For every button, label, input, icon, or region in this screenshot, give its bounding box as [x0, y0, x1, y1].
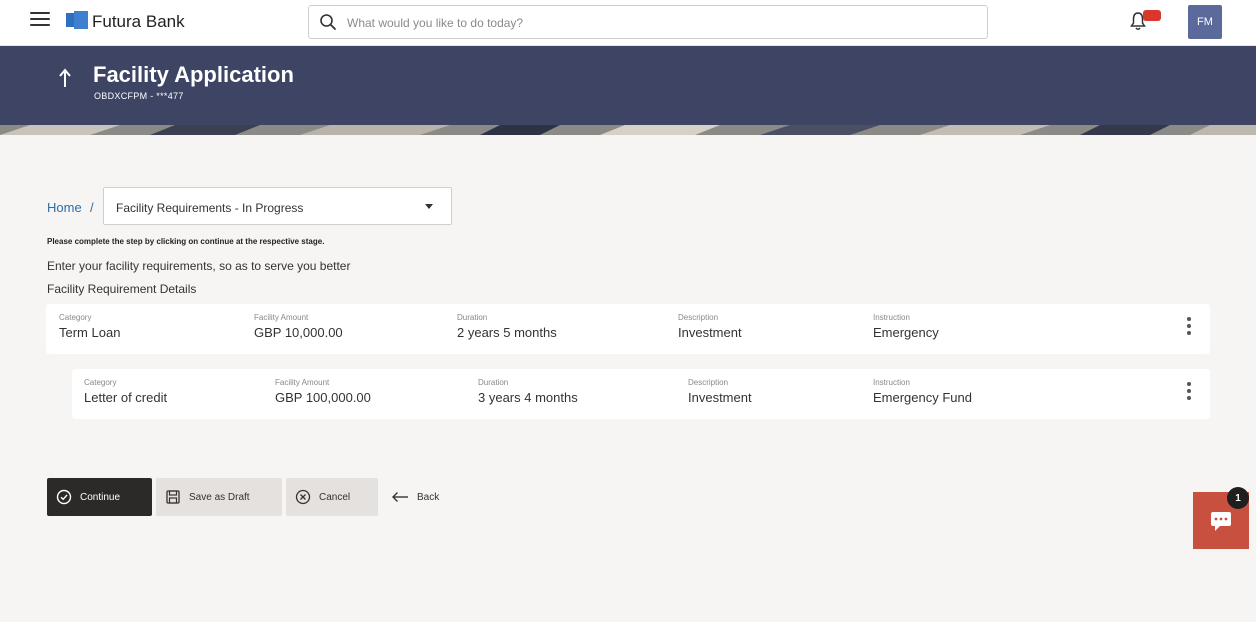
amount-value: GBP 10,000.00	[254, 325, 343, 340]
facility-card: Category Term Loan Facility Amount GBP 1…	[46, 304, 1210, 354]
amount-label: Facility Amount	[254, 313, 309, 322]
kebab-menu-icon[interactable]	[1186, 317, 1192, 339]
instruction-note: Please complete the step by clicking on …	[47, 237, 325, 246]
avatar[interactable]: FM	[1188, 5, 1222, 39]
duration-label: Duration	[457, 313, 488, 322]
cancel-button[interactable]: Cancel	[286, 478, 378, 516]
check-circle-icon	[56, 489, 72, 505]
instruction-label: Instruction	[873, 378, 910, 387]
facility-card: Category Letter of credit Facility Amoun…	[72, 369, 1210, 419]
duration-value: 3 years 4 months	[478, 390, 578, 405]
duration-value: 2 years 5 months	[457, 325, 557, 340]
breadcrumb-separator: /	[90, 200, 94, 215]
description-label: Description	[678, 313, 719, 322]
category-value: Letter of credit	[84, 390, 168, 405]
chevron-down-icon	[425, 204, 433, 209]
instruction-cell: Instruction Emergency Fund	[873, 378, 972, 405]
instruction-cell: Instruction Emergency	[873, 313, 939, 340]
save-draft-button[interactable]: Save as Draft	[156, 478, 282, 516]
duration-cell: Duration 2 years 5 months	[457, 313, 557, 340]
amount-cell: Facility Amount GBP 10,000.00	[254, 313, 343, 340]
category-label: Category	[59, 313, 92, 322]
description-cell: Description Investment	[688, 378, 752, 405]
category-cell: Category Term Loan	[59, 313, 120, 340]
instruction-label: Instruction	[873, 313, 910, 322]
notification-badge	[1143, 10, 1161, 21]
intro-text: Enter your facility requirements, so as …	[47, 259, 351, 273]
instruction-value: Emergency Fund	[873, 390, 972, 405]
search-bar	[308, 5, 988, 39]
amount-label: Facility Amount	[275, 378, 330, 387]
back-label: Back	[417, 491, 440, 503]
cancel-label: Cancel	[319, 491, 351, 503]
description-value: Investment	[688, 390, 752, 405]
close-circle-icon	[295, 489, 311, 505]
chat-count-badge: 1	[1227, 487, 1249, 509]
amount-cell: Facility Amount GBP 100,000.00	[275, 378, 371, 405]
search-input[interactable]	[347, 12, 947, 34]
application-reference: OBDXCFPM - ***477	[94, 91, 184, 101]
save-icon	[166, 490, 180, 504]
kebab-menu-icon[interactable]	[1186, 382, 1192, 404]
continue-label: Continue	[80, 491, 121, 503]
arrow-left-icon	[392, 492, 408, 502]
description-label: Description	[688, 378, 729, 387]
search-icon	[320, 14, 336, 30]
stage-select[interactable]: Facility Requirements - In Progress	[103, 187, 452, 225]
description-cell: Description Investment	[678, 313, 742, 340]
banner-decoration	[0, 125, 1256, 135]
bank-logo-icon	[66, 11, 88, 29]
description-value: Investment	[678, 325, 742, 340]
continue-button[interactable]: Continue	[47, 478, 152, 516]
page-title: Facility Application	[93, 62, 294, 87]
category-value: Term Loan	[59, 325, 121, 340]
stage-select-value: Facility Requirements - In Progress	[116, 201, 304, 215]
back-button[interactable]: Back	[389, 478, 459, 516]
duration-label: Duration	[478, 378, 509, 387]
hamburger-menu-icon[interactable]	[30, 12, 50, 28]
amount-value: GBP 100,000.00	[275, 390, 371, 405]
duration-cell: Duration 3 years 4 months	[478, 378, 578, 405]
save-draft-label: Save as Draft	[189, 491, 250, 503]
breadcrumb-home[interactable]: Home	[47, 200, 82, 215]
category-label: Category	[84, 378, 117, 387]
section-title: Facility Requirement Details	[47, 282, 197, 296]
arrow-up-icon[interactable]	[58, 68, 72, 88]
top-bar: Futura Bank FM	[0, 0, 1256, 46]
brand-name[interactable]: Futura Bank	[92, 12, 185, 32]
category-cell: Category Letter of credit	[84, 378, 167, 405]
instruction-value: Emergency	[873, 325, 939, 340]
page-banner: Facility Application OBDXCFPM - ***477	[0, 46, 1256, 135]
